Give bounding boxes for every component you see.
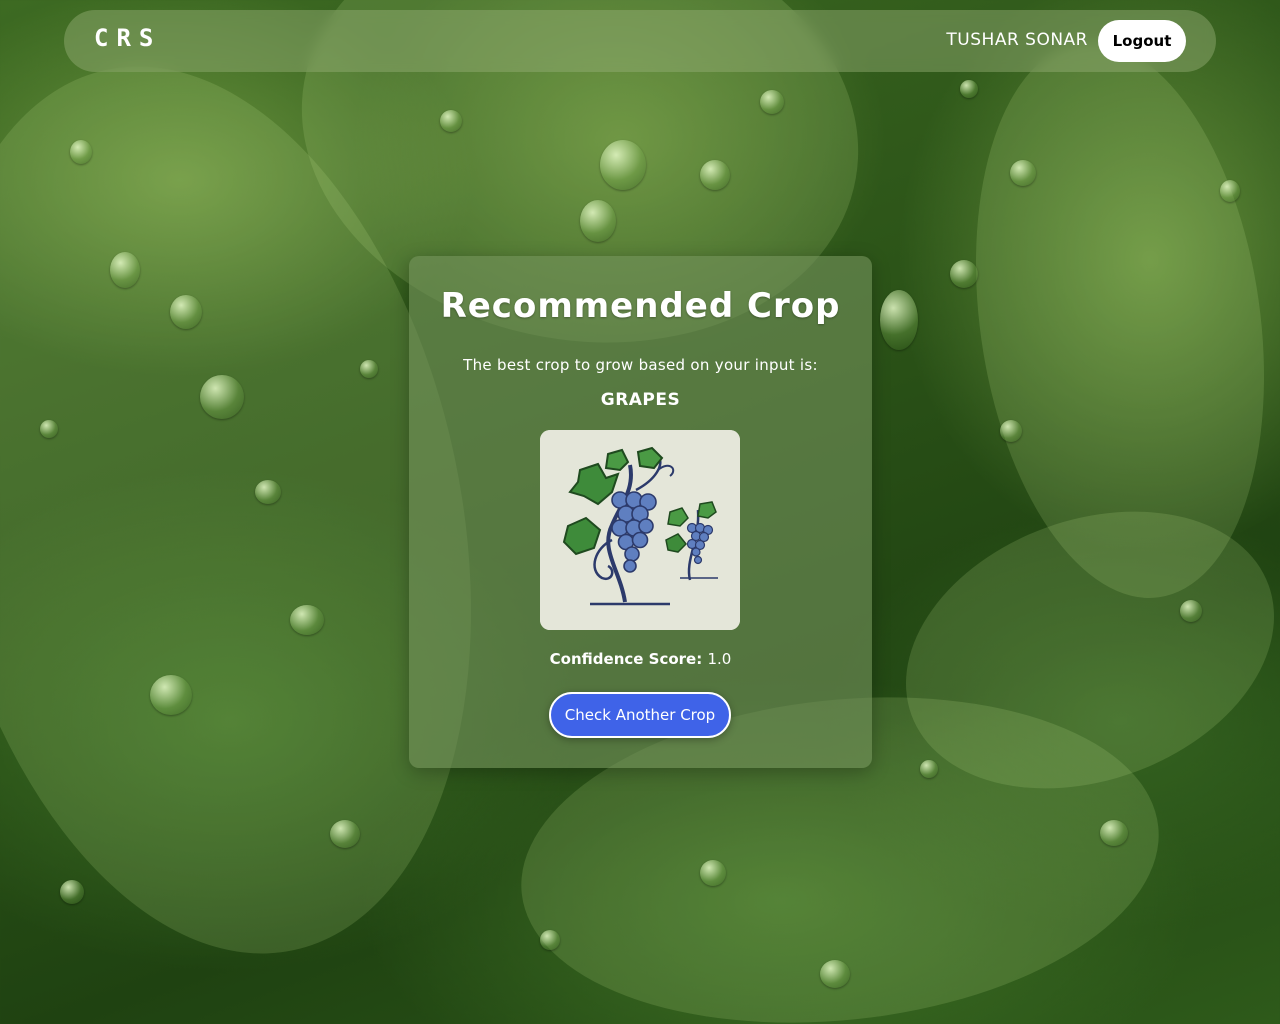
result-card: Recommended Crop The best crop to grow b… (409, 256, 872, 768)
confidence-value: 1.0 (707, 650, 732, 668)
brand-logo[interactable]: CRS (94, 24, 161, 52)
result-description: The best crop to grow based on your inpu… (463, 356, 818, 374)
check-another-crop-button[interactable]: Check Another Crop (549, 692, 731, 738)
crop-name: GRAPES (600, 390, 681, 410)
logout-button[interactable]: Logout (1098, 20, 1186, 62)
page-title: Recommended Crop (440, 286, 841, 326)
user-name: TUSHAR SONAR (946, 30, 1088, 50)
navbar: CRS TUSHAR SONAR Logout (64, 10, 1216, 72)
grapes-illustration (540, 430, 740, 630)
confidence-label: Confidence Score: (549, 650, 703, 668)
grapes-icon (540, 430, 740, 630)
confidence-score: Confidence Score: 1.0 (409, 650, 872, 668)
